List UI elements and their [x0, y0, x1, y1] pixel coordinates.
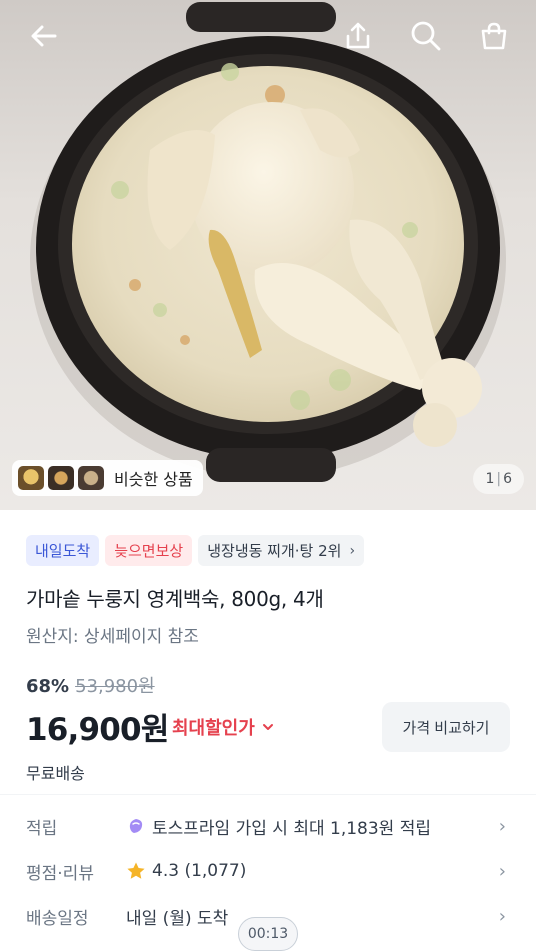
delivery-value: 내일 (월) 도착: [126, 908, 229, 929]
image-pager: 1 | 6: [473, 464, 524, 494]
product-photo: [30, 2, 506, 482]
shopping-bag-icon: [481, 22, 507, 50]
original-price: 53,980원: [75, 676, 155, 697]
rating-key: 평점·리뷰: [26, 863, 94, 884]
product-image-carousel[interactable]: 비슷한 상품 1 | 6: [0, 0, 536, 510]
rating-value: 4.3 (1,077): [152, 861, 247, 881]
delivery-key: 배송일정: [26, 908, 89, 929]
rating-value-wrap: 4.3 (1,077): [126, 861, 246, 881]
search-button[interactable]: [406, 16, 446, 56]
discount-rate: 68%: [26, 676, 70, 697]
similar-thumb-3: [78, 466, 104, 490]
star-icon: [127, 862, 145, 879]
discount-info: 68% 53,980원: [26, 672, 155, 698]
pager-current: 1: [485, 471, 495, 487]
toss-prime-icon: [129, 819, 143, 833]
product-origin: 원산지: 상세페이지 참조: [26, 627, 199, 647]
similar-products-label: 비슷한 상품: [114, 470, 193, 489]
late-compensation-badge: 늦으면보상: [105, 535, 193, 566]
tomorrow-delivery-badge: 내일도착: [26, 535, 100, 566]
points-value: 토스프라임 가입 시 최대 1,183원 적립: [152, 818, 432, 839]
pager-total: 6: [503, 471, 512, 487]
sale-price: 16,900원: [26, 712, 169, 748]
pager-separator: |: [496, 471, 502, 487]
similar-products-button[interactable]: 비슷한 상품: [12, 460, 203, 496]
chevron-right-icon: ›: [498, 905, 506, 927]
similar-thumb-1: [18, 466, 44, 490]
arrow-left-icon: [31, 25, 57, 47]
cart-button[interactable]: [474, 16, 514, 56]
section-divider: [0, 794, 536, 795]
similar-thumb-2: [48, 466, 74, 490]
search-icon: [411, 21, 441, 51]
price-compare-button[interactable]: 가격 비교하기: [382, 702, 510, 752]
ranking-label: 냉장냉동 찌개·탕 2위: [207, 542, 342, 560]
back-button[interactable]: [24, 16, 64, 56]
chevron-down-icon: [262, 724, 273, 730]
rating-row[interactable]: 평점·리뷰 4.3 (1,077) ›: [0, 851, 536, 891]
ranking-badge[interactable]: 냉장냉동 찌개·탕 2위 ›: [198, 535, 365, 566]
chevron-right-icon: ›: [498, 860, 506, 882]
max-discount-label: 최대할인가: [172, 718, 255, 739]
badge-row: 내일도착 늦으면보상 냉장냉동 찌개·탕 2위 ›: [26, 535, 365, 566]
product-title: 가마솥 누룽지 영계백숙, 800g, 4개: [26, 587, 324, 611]
max-discount-toggle[interactable]: 최대할인가: [172, 714, 275, 740]
share-button[interactable]: [338, 16, 378, 56]
points-value-wrap: 토스프라임 가입 시 최대 1,183원 적립: [126, 814, 431, 839]
shipping-info: 무료배송: [26, 764, 85, 783]
chevron-right-icon: ›: [498, 815, 506, 837]
chevron-right-icon: ›: [349, 542, 356, 559]
share-upload-icon: [346, 22, 370, 49]
points-key: 적립: [26, 818, 58, 839]
points-row[interactable]: 적립 토스프라임 가입 시 최대 1,183원 적립 ›: [0, 806, 536, 846]
video-timer[interactable]: 00:13: [238, 917, 298, 951]
